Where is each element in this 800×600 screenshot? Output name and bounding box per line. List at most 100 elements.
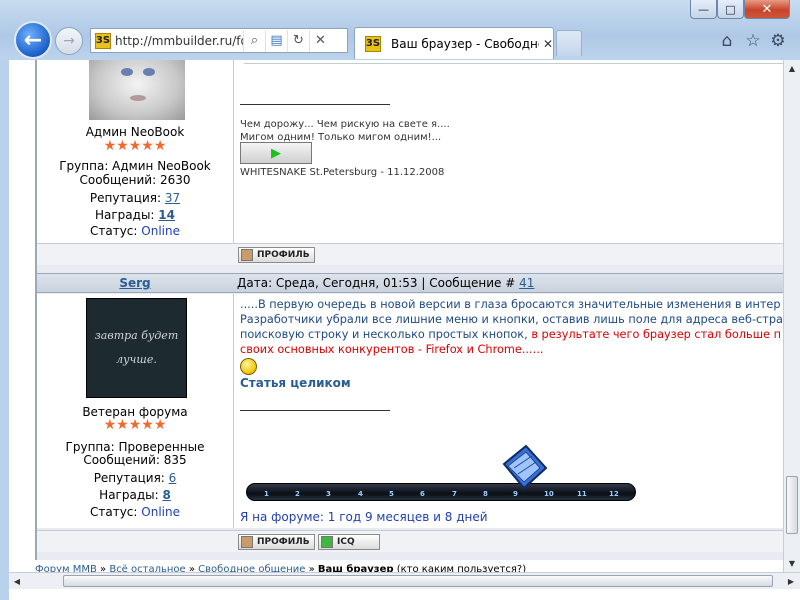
reputation-label: Репутация: [93, 471, 165, 485]
post-header: Serg Дата: Среда, Сегодня, 01:53 | Сообщ… [37, 273, 791, 293]
timeline-tick: 4 [358, 490, 363, 498]
forum-post: завтра будет лучше. Ветеран форума ★★★★★… [37, 294, 791, 528]
horizontal-scroll-thumb[interactable] [63, 575, 773, 587]
gear-icon[interactable]: ⚙ [768, 31, 788, 51]
icq-flower-icon [321, 536, 333, 548]
address-bar[interactable]: 3S http://mmbuilder.ru/fo ⌕ ▤ ↻ ✕ [90, 28, 348, 53]
post-user-panel: Админ NeoBook ★★★★★ Группа: Админ NeoBoo… [37, 60, 233, 243]
user-icon [241, 249, 253, 261]
post-text-line-4: своих основных конкурентов - Firefox и C… [240, 343, 544, 356]
page-viewport: Админ NeoBook ★★★★★ Группа: Админ NeoBoo… [9, 60, 800, 600]
membership-timeline: 1 2 3 4 5 6 7 8 9 10 11 12 [246, 483, 636, 501]
minimize-icon: — [698, 2, 709, 16]
minimize-button[interactable]: — [690, 0, 717, 19]
scroll-down-icon[interactable]: ▼ [784, 555, 800, 571]
user-title: Админ NeoBook [85, 125, 185, 139]
forward-button[interactable]: → [55, 27, 83, 55]
status-online: Online [141, 224, 180, 238]
post-number-link[interactable]: 41 [519, 276, 534, 290]
timeline-tick: 8 [483, 490, 488, 498]
profile-button-label: ПРОФИЛЬ [257, 537, 310, 547]
address-input[interactable]: http://mmbuilder.ru/fo [115, 34, 243, 48]
close-window-button[interactable]: ✕ [744, 0, 790, 19]
quote-box-edge [244, 60, 784, 64]
post-footer: ПРОФИЛЬ ICQ [37, 530, 791, 552]
timeline-tick: 5 [389, 490, 394, 498]
new-tab-button[interactable] [556, 30, 582, 56]
search-icon[interactable]: ⌕ [243, 29, 265, 52]
timeline-tick: 2 [295, 490, 300, 498]
scroll-up-icon[interactable]: ▲ [784, 60, 800, 76]
post-body: Чем дорожу... Чем рискую на свете я.... … [234, 60, 791, 243]
user-icon [241, 536, 253, 548]
status-label: Статус: [89, 505, 138, 519]
time-on-forum: Я на форуме: 1 год 9 месяцев и 8 дней [240, 510, 488, 524]
favorites-star-icon[interactable]: ☆ [743, 31, 763, 51]
profile-button-label: ПРОФИЛЬ [257, 250, 310, 260]
play-icon: ▶ [271, 145, 281, 161]
refresh-icon[interactable]: ↻ [287, 29, 309, 52]
profile-button[interactable]: ПРОФИЛЬ [238, 247, 315, 263]
post-text-line-3: поисковую строку и несколько простых кно… [240, 327, 785, 342]
scroll-left-icon[interactable]: ◀ [9, 573, 25, 589]
horizontal-scrollbar[interactable]: ◀ ▶ [9, 572, 800, 589]
awards-label: Награды: [99, 488, 159, 502]
timeline-tick: 3 [326, 490, 331, 498]
rating-stars: ★★★★★ [103, 417, 167, 433]
smiley-icon [240, 358, 257, 375]
post-user-panel: завтра будет лучше. Ветеран форума ★★★★★… [37, 294, 233, 528]
user-reputation: Репутация: 6 [37, 470, 233, 486]
status-label: Статус: [89, 224, 138, 238]
post-author-link[interactable]: Serg [37, 274, 233, 292]
timeline-tick: 1 [264, 490, 269, 498]
awards-link[interactable]: 14 [158, 208, 175, 222]
maximize-button[interactable]: □ [717, 0, 744, 19]
close-icon: ✕ [761, 1, 773, 17]
stop-icon[interactable]: ✕ [309, 29, 331, 52]
post-body: .....В первую очередь в новой версии в г… [234, 294, 791, 528]
status-online: Online [141, 505, 180, 519]
full-article-link[interactable]: Статья целиком [240, 376, 351, 390]
post-footer: ПРОФИЛЬ [37, 243, 791, 265]
tab-title: Ваш браузер - Свободное о... [391, 36, 539, 51]
baby-face-avatar-icon [121, 68, 155, 101]
reputation-label: Репутация: [89, 191, 162, 205]
tab-close-icon[interactable]: ✕ [543, 37, 553, 51]
profile-button[interactable]: ПРОФИЛЬ [238, 534, 315, 550]
compatibility-icon[interactable]: ▤ [265, 29, 287, 52]
user-messages: Сообщений: 835 [83, 453, 187, 467]
user-messages: Сообщений: 2630 [79, 173, 191, 187]
awards-link[interactable]: 8 [162, 488, 170, 502]
vertical-scroll-thumb[interactable] [786, 476, 798, 534]
site-favicon-icon: 3S [95, 32, 111, 49]
post-text-line-1: .....В первую очередь в новой версии в г… [240, 298, 781, 311]
signature-divider [240, 104, 390, 105]
play-button[interactable]: ▶ [240, 142, 312, 164]
awards-label: Награды: [95, 208, 155, 222]
signature-credit: WHITESNAKE St.Petersburg - 11.12.2008 [240, 167, 445, 178]
scroll-right-icon[interactable]: ▶ [783, 573, 799, 589]
tab-favicon-icon: 3S [365, 35, 381, 52]
maximize-icon: □ [725, 2, 736, 16]
vertical-scrollbar[interactable]: ▲ ▼ [783, 60, 800, 572]
post-text-3b: в результате чего браузер стал больше п [531, 328, 781, 341]
timeline-tick: 7 [452, 490, 457, 498]
post-text-3a: поисковую строку и несколько простых кно… [240, 328, 532, 341]
user-awards: Награды: 8 [37, 487, 233, 503]
rating-stars: ★★★★★ [103, 138, 167, 154]
back-arrow-icon: ← [23, 27, 43, 53]
forum-container: Админ NeoBook ★★★★★ Группа: Админ NeoBoo… [35, 60, 791, 560]
icq-button[interactable]: ICQ [318, 534, 380, 550]
reputation-link[interactable]: 6 [169, 471, 177, 485]
user-awards: Награды: 14 [37, 207, 233, 223]
book-marker-icon [502, 444, 548, 490]
timeline-tick: 12 [609, 490, 619, 498]
post-date: Дата: Среда, Сегодня, 01:53 | Сообщение … [237, 276, 516, 290]
signature-divider [240, 410, 390, 411]
tab-active[interactable]: 3S Ваш браузер - Свободное о... ✕ [354, 27, 554, 59]
post-spacer [37, 266, 791, 273]
home-icon[interactable]: ⌂ [717, 31, 737, 51]
reputation-link[interactable]: 37 [165, 191, 180, 205]
forum-post: Админ NeoBook ★★★★★ Группа: Админ NeoBoo… [37, 60, 791, 243]
back-button[interactable]: ← [14, 21, 52, 59]
